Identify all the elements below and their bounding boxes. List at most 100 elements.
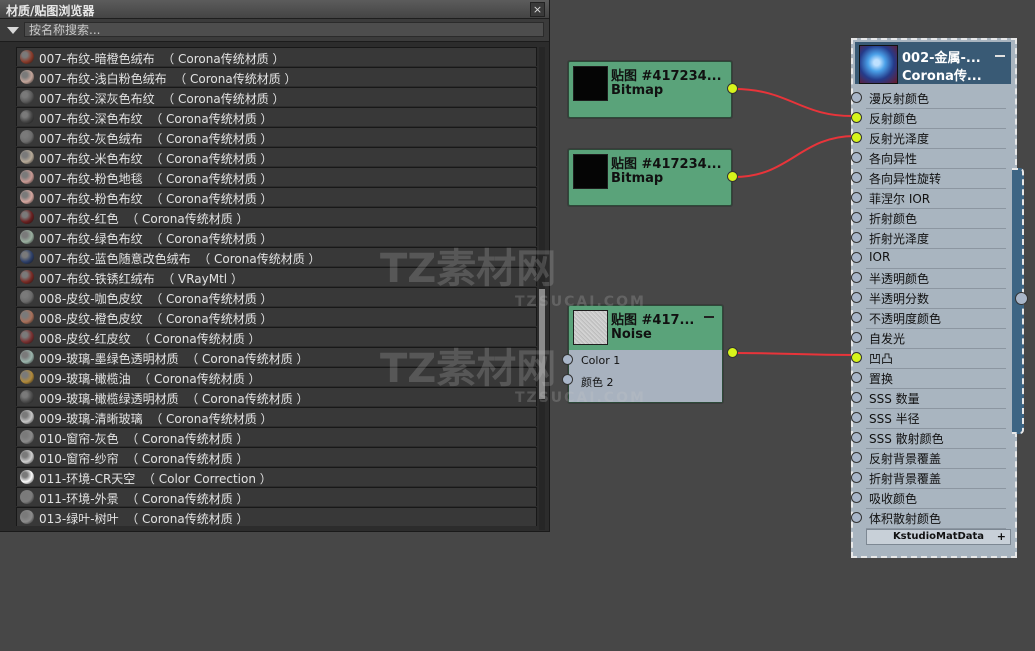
node-title: 贴图 #417234... bbox=[611, 69, 722, 84]
list-item-label: 007-布纹-红色 （ Corona传统材质 ） bbox=[39, 212, 249, 226]
material-slot-input-port[interactable] bbox=[851, 452, 862, 463]
material-slot[interactable]: 吸收颜色 bbox=[866, 488, 1006, 509]
material-slot-label: 半透明颜色 bbox=[869, 272, 930, 286]
bitmap1-output-port[interactable] bbox=[727, 83, 738, 94]
material-output-port[interactable] bbox=[1015, 292, 1028, 305]
scrollbar[interactable] bbox=[539, 47, 545, 530]
collapse-arrow-icon[interactable] bbox=[7, 27, 19, 34]
bitmap-thumbnail bbox=[573, 154, 608, 189]
corona-material-node[interactable]: 002-金属-... Corona传... 漫反射颜色 反射颜色 反射光泽度 各向异性… bbox=[851, 38, 1017, 558]
material-slot-input-port[interactable] bbox=[851, 292, 862, 303]
list-item-label: 008-皮纹-咖色皮纹 （ Corona传统材质 ） bbox=[39, 292, 273, 306]
material-slot[interactable]: 置换 bbox=[866, 368, 1006, 389]
list-item[interactable]: 007-布纹-蓝色随意改色绒布 （ Corona传统材质 ） bbox=[16, 247, 537, 266]
list-item[interactable]: 007-布纹-红色 （ Corona传统材质 ） bbox=[16, 207, 537, 226]
list-item-label: 007-布纹-暗橙色绒布 （ Corona传统材质 ） bbox=[39, 52, 285, 66]
list-item[interactable]: 009-玻璃-橄榄绿透明材质 （ Corona传统材质 ） bbox=[16, 387, 537, 406]
list-item[interactable]: 007-布纹-米色布纹 （ Corona传统材质 ） bbox=[16, 147, 537, 166]
list-item[interactable]: 007-布纹-浅白粉色绒布 （ Corona传统材质 ） bbox=[16, 67, 537, 86]
material-slot-input-port[interactable] bbox=[851, 432, 862, 443]
material-slot-input-port[interactable] bbox=[851, 172, 862, 183]
material-slot[interactable]: 凹凸 bbox=[866, 348, 1006, 369]
material-slot[interactable]: SSS 数量 bbox=[866, 388, 1006, 409]
material-slot-input-port[interactable] bbox=[851, 412, 862, 423]
scrollbar-thumb[interactable] bbox=[539, 289, 545, 399]
material-slot[interactable]: SSS 半径 bbox=[866, 408, 1006, 429]
list-item[interactable]: 010-窗帘-灰色 （ Corona传统材质 ） bbox=[16, 427, 537, 446]
material-slot-input-port[interactable] bbox=[851, 92, 862, 103]
material-slot-input-port[interactable] bbox=[851, 372, 862, 383]
material-slot-label: 吸收颜色 bbox=[869, 492, 918, 506]
list-item[interactable]: 011-环境-CR天空 （ Color Correction ） bbox=[16, 467, 537, 486]
material-slot-input-port[interactable] bbox=[851, 252, 862, 263]
list-item[interactable]: 011-环境-外景 （ Corona传统材质 ） bbox=[16, 487, 537, 506]
minimize-icon[interactable] bbox=[995, 55, 1005, 57]
material-slot[interactable]: 半透明颜色 bbox=[866, 268, 1006, 289]
material-swatch-icon bbox=[20, 490, 34, 504]
material-slot[interactable]: 不透明度颜色 bbox=[866, 308, 1006, 329]
close-icon[interactable]: × bbox=[530, 2, 545, 17]
list-item[interactable]: 007-布纹-铁锈红绒布 （ VRayMtl ） bbox=[16, 267, 537, 286]
material-slot[interactable]: 折射背景覆盖 bbox=[866, 468, 1006, 489]
material-slot[interactable]: 反射颜色 bbox=[866, 108, 1006, 129]
material-slot-input-port[interactable] bbox=[851, 512, 862, 523]
material-slot[interactable]: 反射背景覆盖 bbox=[866, 448, 1006, 469]
bitmap2-output-port[interactable] bbox=[727, 171, 738, 182]
material-slot[interactable]: 各向异性 bbox=[866, 148, 1006, 169]
material-footer[interactable]: KstudioMatData + bbox=[866, 529, 1011, 545]
bitmap-node-1[interactable]: 贴图 #417234... Bitmap bbox=[568, 61, 732, 118]
material-slot-input-port[interactable] bbox=[851, 352, 862, 363]
list-item[interactable]: 007-布纹-深色布纹 （ Corona传统材质 ） bbox=[16, 107, 537, 126]
noise-node[interactable]: 贴图 #417... Noise Color 1 颜色 2 bbox=[568, 305, 723, 403]
list-item[interactable]: 008-皮纹-红皮纹 （ Corona传统材质 ） bbox=[16, 327, 537, 346]
material-slot[interactable]: IOR bbox=[866, 248, 1006, 269]
material-swatch-icon bbox=[20, 190, 34, 204]
material-slot[interactable]: 折射颜色 bbox=[866, 208, 1006, 229]
material-slot-input-port[interactable] bbox=[851, 332, 862, 343]
material-slot[interactable]: 体积散射颜色 bbox=[866, 508, 1006, 529]
list-item[interactable]: 007-布纹-粉色地毯 （ Corona传统材质 ） bbox=[16, 167, 537, 186]
material-slot[interactable]: 半透明分数 bbox=[866, 288, 1006, 309]
noise-output-port[interactable] bbox=[727, 347, 738, 358]
list-item[interactable]: 007-布纹-灰色绒布 （ Corona传统材质 ） bbox=[16, 127, 537, 146]
noise-color2-input-port[interactable] bbox=[562, 374, 573, 385]
material-slot[interactable]: 反射光泽度 bbox=[866, 128, 1006, 149]
list-item[interactable]: 007-布纹-绿色布纹 （ Corona传统材质 ） bbox=[16, 227, 537, 246]
material-slot-input-port[interactable] bbox=[851, 472, 862, 483]
material-slot[interactable]: 自发光 bbox=[866, 328, 1006, 349]
material-slot-input-port[interactable] bbox=[851, 192, 862, 203]
list-item[interactable]: 009-玻璃-橄榄油 （ Corona传统材质 ） bbox=[16, 367, 537, 386]
list-item[interactable]: 008-皮纹-橙色皮纹 （ Corona传统材质 ） bbox=[16, 307, 537, 326]
material-slot-input-port[interactable] bbox=[851, 112, 862, 123]
material-slot-input-port[interactable] bbox=[851, 392, 862, 403]
list-item[interactable]: 007-布纹-暗橙色绒布 （ Corona传统材质 ） bbox=[16, 47, 537, 66]
material-slot[interactable]: 折射光泽度 bbox=[866, 228, 1006, 249]
material-slot-input-port[interactable] bbox=[851, 212, 862, 223]
material-slot-input-port[interactable] bbox=[851, 132, 862, 143]
material-slot-input-port[interactable] bbox=[851, 312, 862, 323]
minimize-icon[interactable] bbox=[704, 316, 714, 318]
material-slot-input-port[interactable] bbox=[851, 492, 862, 503]
list-item[interactable]: 009-玻璃-清晰玻璃 （ Corona传统材质 ） bbox=[16, 407, 537, 426]
search-input[interactable] bbox=[24, 22, 544, 37]
material-slot[interactable]: 漫反射颜色 bbox=[866, 88, 1006, 109]
material-slot-label: IOR bbox=[869, 250, 891, 264]
browser-titlebar[interactable]: 材质/贴图浏览器 × bbox=[0, 0, 549, 19]
bitmap-node-2[interactable]: 贴图 #417234... Bitmap bbox=[568, 149, 732, 206]
material-header[interactable]: 002-金属-... Corona传... bbox=[855, 42, 1011, 84]
list-item[interactable]: 010-窗帘-纱帘 （ Corona传统材质 ） bbox=[16, 447, 537, 466]
list-item-label: 007-布纹-蓝色随意改色绒布 （ Corona传统材质 ） bbox=[39, 252, 321, 266]
noise-color1-input-port[interactable] bbox=[562, 354, 573, 365]
list-item[interactable]: 007-布纹-深灰色布纹 （ Corona传统材质 ） bbox=[16, 87, 537, 106]
material-slot-input-port[interactable] bbox=[851, 152, 862, 163]
material-slot[interactable]: 菲涅尔 IOR bbox=[866, 188, 1006, 209]
material-slot[interactable]: SSS 散射颜色 bbox=[866, 428, 1006, 449]
material-slot-input-port[interactable] bbox=[851, 272, 862, 283]
material-slot[interactable]: 各向异性旋转 bbox=[866, 168, 1006, 189]
list-item[interactable]: 009-玻璃-墨绿色透明材质 （ Corona传统材质 ） bbox=[16, 347, 537, 366]
expand-plus-icon[interactable]: + bbox=[997, 530, 1006, 544]
material-slot-input-port[interactable] bbox=[851, 232, 862, 243]
list-item[interactable]: 013-绿叶-树叶 （ Corona传统材质 ） bbox=[16, 507, 537, 526]
list-item[interactable]: 007-布纹-粉色布纹 （ Corona传统材质 ） bbox=[16, 187, 537, 206]
list-item[interactable]: 008-皮纹-咖色皮纹 （ Corona传统材质 ） bbox=[16, 287, 537, 306]
